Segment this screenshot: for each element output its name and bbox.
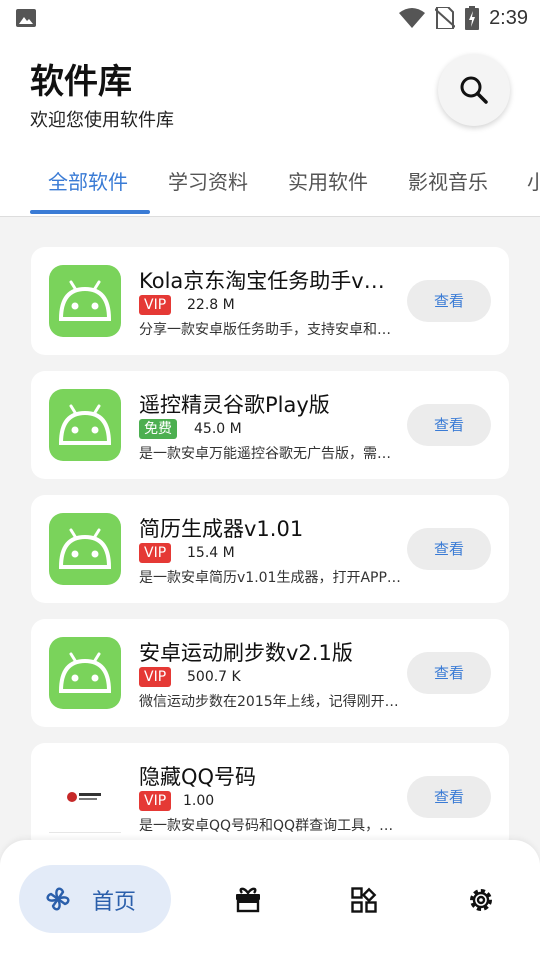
tab-study-materials[interactable]: 学习资料 bbox=[168, 166, 248, 195]
wifi-icon bbox=[399, 8, 426, 28]
status-bar: 2:39 bbox=[0, 0, 540, 36]
no-sim-icon bbox=[435, 7, 456, 29]
pinwheel-icon bbox=[46, 887, 70, 911]
app-description: 微信运动步数在2015年上线，记得刚开… bbox=[139, 694, 399, 710]
header: 软件库 欢迎您使用软件库 全部软件 学习资料 实用软件 影视音乐 小 bbox=[0, 36, 540, 216]
app-size: 500.7 K bbox=[187, 669, 241, 685]
search-icon bbox=[460, 76, 488, 104]
category-tabs: 全部软件 学习资料 实用软件 影视音乐 小 bbox=[0, 162, 540, 216]
vip-badge: VIP bbox=[139, 295, 172, 315]
app-description: 是一款安卓QQ号码和QQ群查询工具，… bbox=[139, 818, 394, 834]
app-size: 1.00 bbox=[183, 793, 215, 809]
view-button[interactable]: 查看 bbox=[407, 280, 491, 322]
vip-badge: VIP bbox=[139, 543, 172, 563]
nav-home[interactable]: 首页 bbox=[19, 865, 171, 933]
app-size: 22.8 M bbox=[187, 297, 235, 313]
apps-icon bbox=[351, 887, 377, 913]
view-button[interactable]: 查看 bbox=[407, 404, 491, 446]
gift-icon bbox=[236, 887, 260, 913]
app-card[interactable]: Kola京东淘宝任务助手v3… VIP 22.8 M 分享一款安卓版任务助手，支… bbox=[31, 247, 509, 355]
app-card[interactable]: 遥控精灵谷歌Play版 免费 45.0 M 是一款安卓万能遥控谷歌无广告版，需…… bbox=[31, 371, 509, 479]
app-name: 简历生成器v1.01 bbox=[139, 517, 304, 541]
view-button[interactable]: 查看 bbox=[407, 776, 491, 818]
page-subtitle: 欢迎您使用软件库 bbox=[30, 110, 174, 131]
tab-video-music[interactable]: 影视音乐 bbox=[408, 166, 488, 195]
app-name: 安卓运动刷步数v2.1版 bbox=[139, 641, 353, 665]
app-name: 遥控精灵谷歌Play版 bbox=[139, 393, 330, 417]
settings-icon bbox=[470, 889, 492, 911]
vip-badge: VIP bbox=[139, 667, 172, 687]
android-icon bbox=[49, 513, 121, 585]
tab-more[interactable]: 小 bbox=[527, 166, 540, 195]
app-list[interactable]: Kola京东淘宝任务助手v3… VIP 22.8 M 分享一款安卓版任务助手，支… bbox=[0, 217, 540, 840]
battery-charging-icon bbox=[465, 6, 480, 30]
status-time: 2:39 bbox=[489, 6, 528, 29]
app-card[interactable]: 简历生成器v1.01 VIP 15.4 M 是一款安卓简历v1.01生成器，打开… bbox=[31, 495, 509, 603]
tab-all-software[interactable]: 全部软件 bbox=[48, 166, 128, 195]
image-icon bbox=[16, 9, 36, 27]
app-card[interactable]: 隐藏QQ号码 VIP 1.00 是一款安卓QQ号码和QQ群查询工具，… 查看 bbox=[31, 743, 509, 840]
tab-indicator bbox=[30, 210, 150, 214]
android-icon bbox=[49, 265, 121, 337]
tab-utility-software[interactable]: 实用软件 bbox=[288, 166, 368, 195]
view-button[interactable]: 查看 bbox=[407, 528, 491, 570]
search-button[interactable] bbox=[438, 54, 510, 126]
android-icon bbox=[49, 389, 121, 461]
nav-settings[interactable] bbox=[467, 886, 495, 914]
app-size: 45.0 M bbox=[194, 421, 242, 437]
app-name: Kola京东淘宝任务助手v3… bbox=[139, 269, 389, 293]
logo-icon bbox=[49, 761, 121, 833]
page-title: 软件库 bbox=[30, 62, 132, 102]
nav-gift[interactable] bbox=[234, 886, 262, 914]
bottom-nav: 首页 bbox=[0, 840, 540, 960]
vip-badge: VIP bbox=[139, 791, 172, 811]
nav-apps[interactable] bbox=[350, 886, 378, 914]
app-size: 15.4 M bbox=[187, 545, 235, 561]
app-description: 是一款安卓万能遥控谷歌无广告版，需… bbox=[139, 446, 391, 462]
app-description: 分享一款安卓版任务助手，支持安卓和… bbox=[139, 322, 391, 338]
free-badge: 免费 bbox=[139, 419, 177, 439]
android-icon bbox=[49, 637, 121, 709]
view-button[interactable]: 查看 bbox=[407, 652, 491, 694]
nav-home-label: 首页 bbox=[92, 890, 137, 915]
app-card[interactable]: 安卓运动刷步数v2.1版 VIP 500.7 K 微信运动步数在2015年上线，… bbox=[31, 619, 509, 727]
app-description: 是一款安卓简历v1.01生成器，打开APP… bbox=[139, 570, 401, 586]
app-name: 隐藏QQ号码 bbox=[139, 765, 257, 789]
